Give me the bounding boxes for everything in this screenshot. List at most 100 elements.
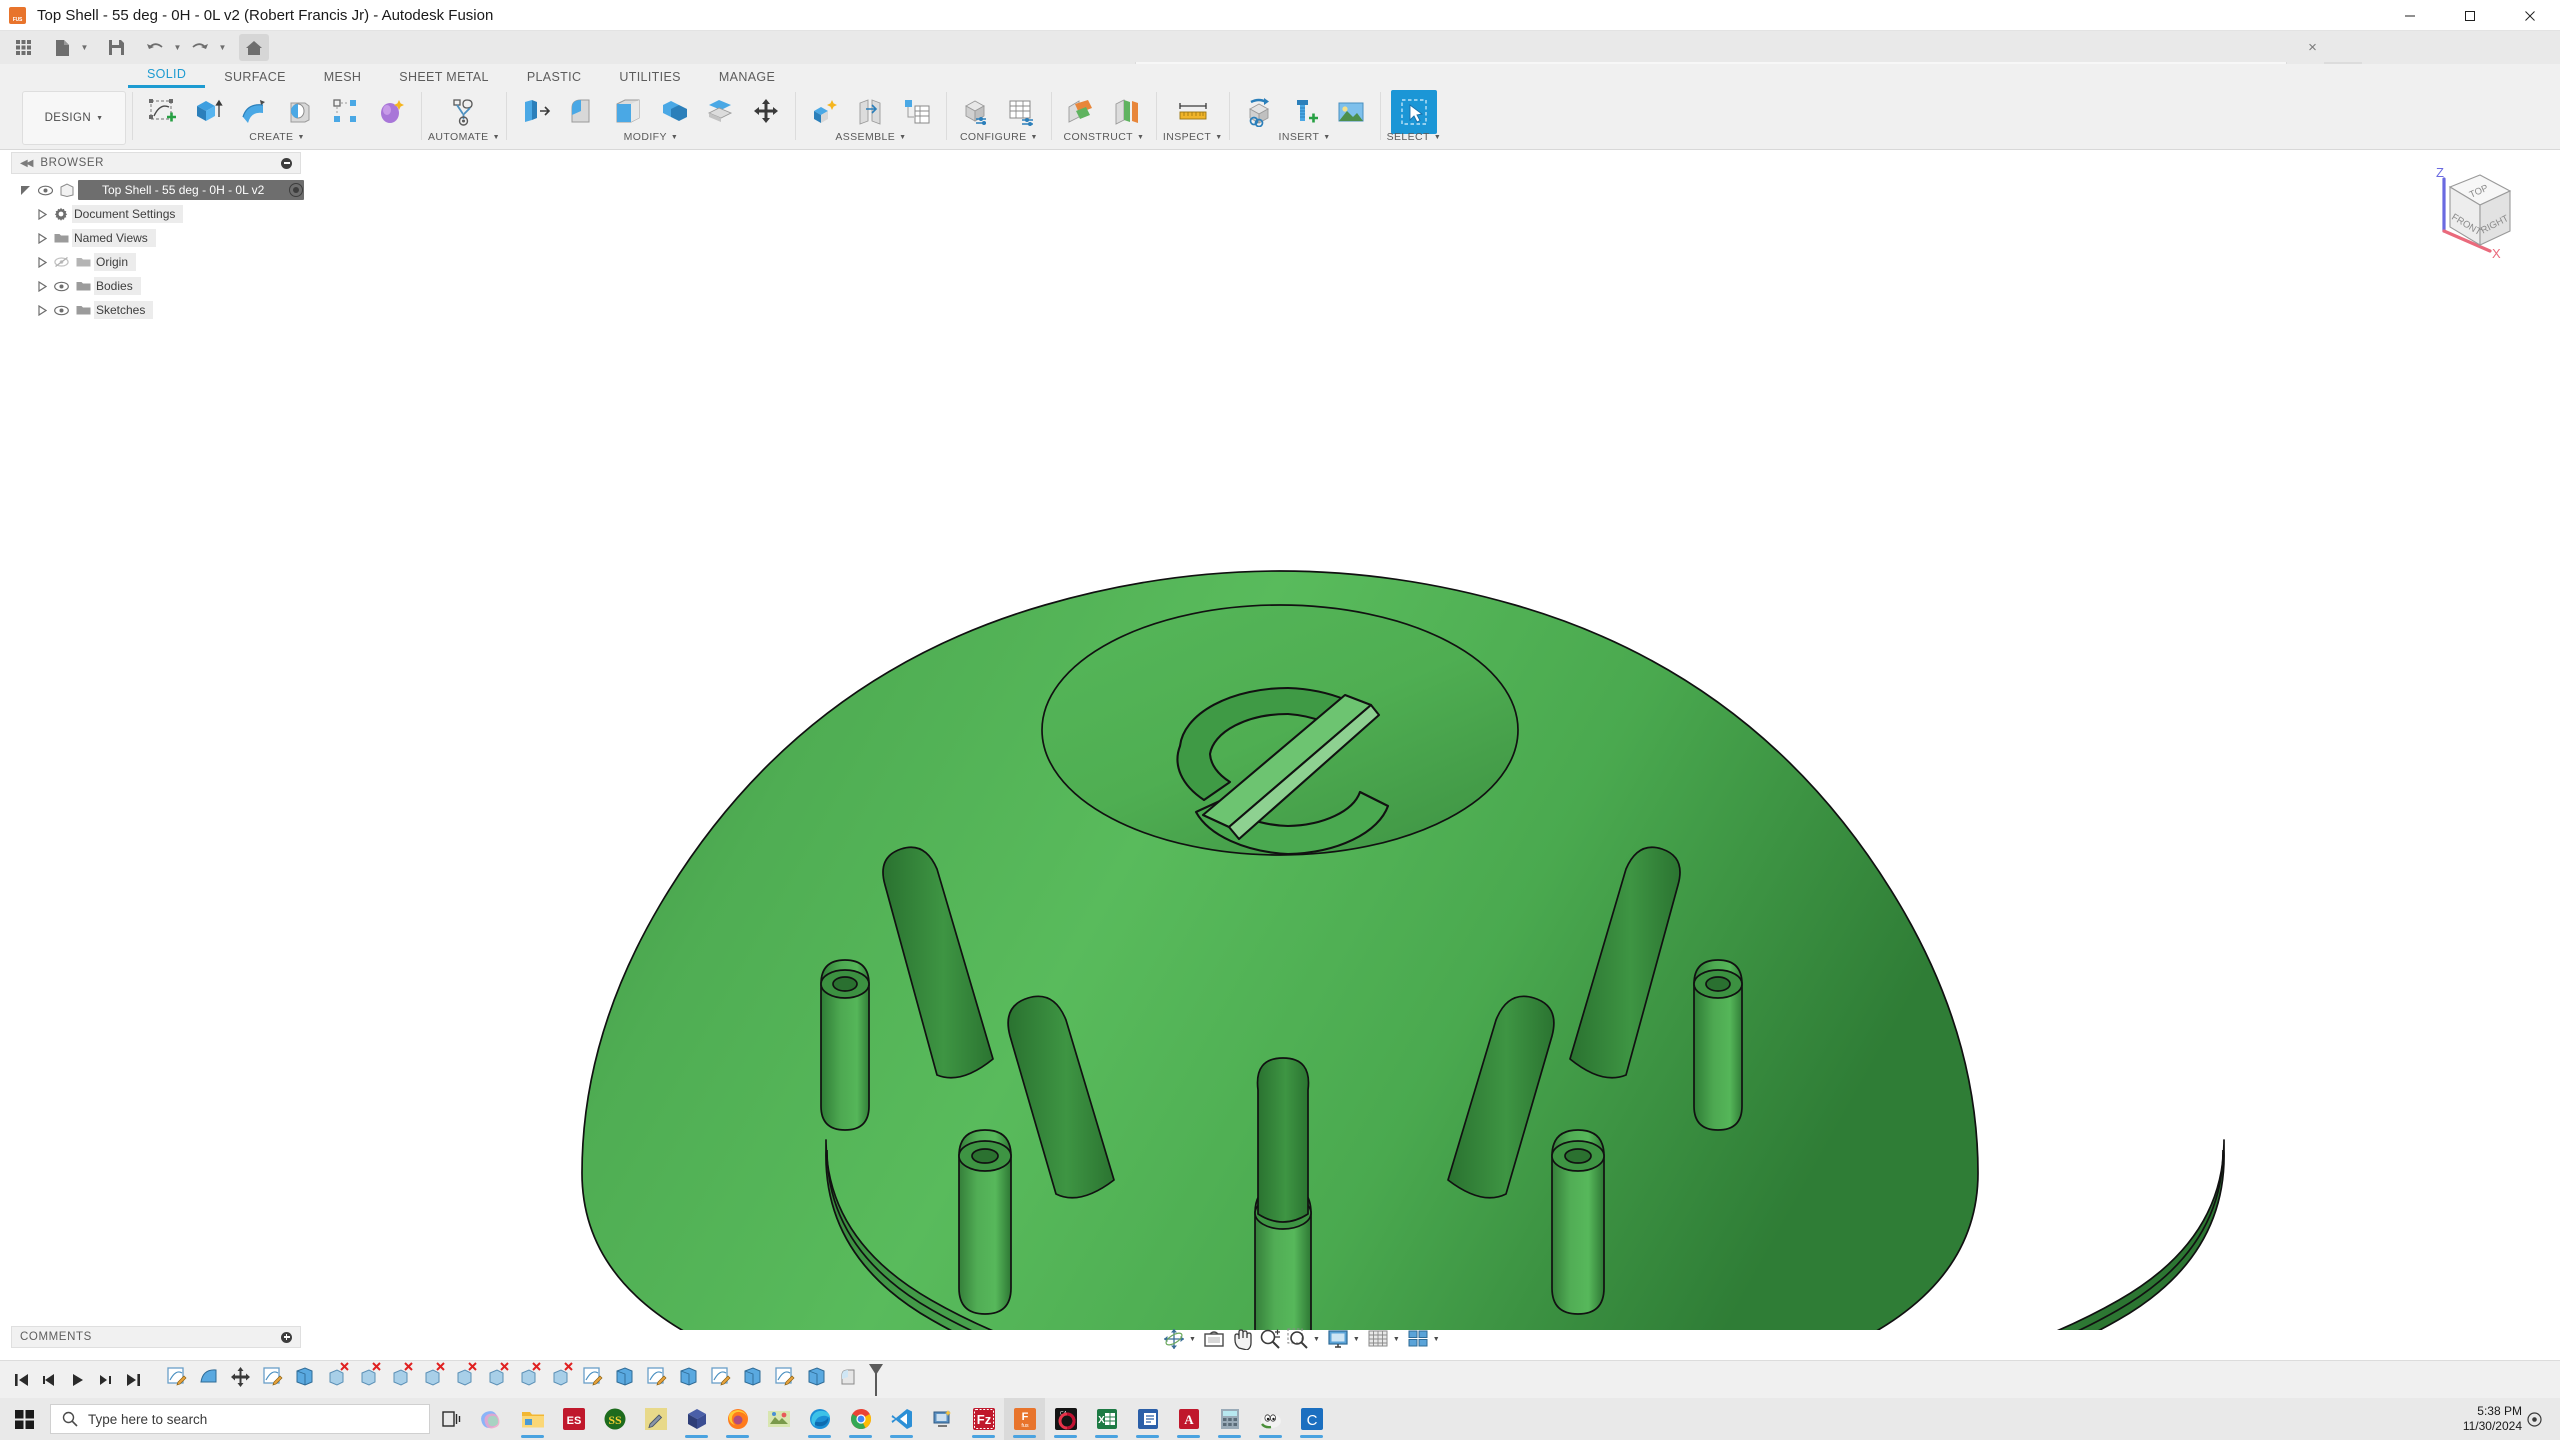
new-file-icon[interactable] <box>47 34 77 61</box>
configure-table-icon[interactable] <box>999 90 1045 134</box>
timeline-item-extrude-cut[interactable] <box>416 1361 448 1391</box>
timeline-item-fillet[interactable] <box>832 1363 864 1391</box>
expand-arrow-icon[interactable] <box>33 280 50 292</box>
configure-model-icon[interactable] <box>953 90 999 134</box>
extrude-icon[interactable] <box>185 90 231 134</box>
select-window-icon[interactable] <box>1390 90 1437 134</box>
tree-row-document-settings[interactable]: Document Settings <box>11 202 301 226</box>
fit-caret-icon[interactable]: ▼ <box>1312 1336 1324 1343</box>
word-icon[interactable] <box>1127 1398 1168 1440</box>
timeline-item-extrude-cut[interactable] <box>544 1361 576 1391</box>
timeline-item-extrude-cut[interactable] <box>448 1361 480 1391</box>
visibility-eye-icon[interactable] <box>50 305 72 316</box>
copilot-icon[interactable] <box>471 1398 512 1440</box>
chrome-icon[interactable] <box>840 1398 881 1440</box>
measure-icon[interactable] <box>1170 90 1216 134</box>
ribbon-tab-utilities[interactable]: UTILITIES <box>600 70 700 88</box>
grid-snaps-icon[interactable] <box>1364 1325 1392 1353</box>
view-cube[interactable]: Z X TOP FRONT RIGHT <box>2420 155 2530 270</box>
minimize-button[interactable] <box>2380 0 2440 31</box>
shell-icon[interactable] <box>605 90 651 134</box>
calculator-icon[interactable] <box>1209 1398 1250 1440</box>
timeline-item-move[interactable] <box>224 1363 256 1391</box>
offset-face-icon[interactable] <box>697 90 743 134</box>
timeline-item-extrude-cut[interactable] <box>512 1361 544 1391</box>
new-component-icon[interactable] <box>802 90 848 134</box>
expand-arrow-icon[interactable] <box>33 208 50 220</box>
tree-row-bodies[interactable]: Bodies <box>11 274 301 298</box>
comments-panel[interactable]: COMMENTS <box>11 1326 301 1348</box>
step-back-icon[interactable] <box>36 1367 62 1393</box>
redo-caret-icon[interactable]: ▼ <box>215 34 230 61</box>
cinema4d-icon[interactable]: C4 <box>1045 1398 1086 1440</box>
document-tab-close-icon[interactable]: × <box>2305 40 2320 55</box>
go-to-end-icon[interactable] <box>120 1367 146 1393</box>
vscode-icon[interactable] <box>881 1398 922 1440</box>
ribbon-tab-surface[interactable]: SURFACE <box>205 70 305 88</box>
hole-icon[interactable] <box>277 90 323 134</box>
tree-row-origin[interactable]: Origin <box>11 250 301 274</box>
timeline-item-revolve[interactable] <box>192 1363 224 1391</box>
combine-icon[interactable] <box>651 90 697 134</box>
display-settings-icon[interactable] <box>1324 1325 1352 1353</box>
visibility-eye-hidden-icon[interactable] <box>50 256 72 268</box>
tree-row-root[interactable]: Top Shell - 55 deg - 0H - 0L v2 <box>17 178 305 202</box>
look-at-icon[interactable] <box>1200 1325 1228 1353</box>
timeline-item-extrude-cut[interactable] <box>320 1361 352 1391</box>
search-input[interactable]: Type here to search <box>50 1404 430 1434</box>
tree-row-sketches[interactable]: Sketches <box>11 298 301 322</box>
redo-icon[interactable] <box>185 34 215 61</box>
viewports-caret-icon[interactable]: ▼ <box>1432 1336 1444 1343</box>
orbit-caret-icon[interactable]: ▼ <box>1188 1336 1200 1343</box>
timeline-item-extrude-cut[interactable] <box>384 1361 416 1391</box>
file-explorer-icon[interactable] <box>512 1398 553 1440</box>
insert-mcmaster-icon[interactable] <box>1282 90 1328 134</box>
joint-icon[interactable] <box>848 90 894 134</box>
insert-image-icon[interactable] <box>1328 90 1374 134</box>
ribbon-panel-automate-label[interactable]: AUTOMATE ▼ <box>428 131 500 143</box>
c-app-icon[interactable]: C <box>1291 1398 1332 1440</box>
expand-arrow-icon[interactable] <box>33 256 50 268</box>
fillet-icon[interactable] <box>559 90 605 134</box>
maximize-button[interactable] <box>2440 0 2500 31</box>
filezilla-icon[interactable]: Fz <box>963 1398 1004 1440</box>
close-button[interactable] <box>2500 0 2560 31</box>
timeline-item-extrude-cut[interactable] <box>480 1361 512 1391</box>
es-app-icon[interactable]: ES <box>553 1398 594 1440</box>
grid-snaps-caret-icon[interactable]: ▼ <box>1392 1336 1404 1343</box>
plane-at-angle-icon[interactable] <box>1104 90 1150 134</box>
add-comment-icon[interactable] <box>281 1331 292 1343</box>
windows-start-icon[interactable] <box>0 1398 48 1440</box>
ribbon-panel-inspect-label[interactable]: INSPECT ▼ <box>1163 131 1223 143</box>
timeline-item-extrude[interactable] <box>800 1363 832 1391</box>
fusion-icon[interactable]: Ffus <box>1004 1398 1045 1440</box>
revolve-icon[interactable] <box>231 90 277 134</box>
ss-app-icon[interactable]: SS <box>594 1398 635 1440</box>
timeline-item-extrude-cut[interactable] <box>352 1361 384 1391</box>
system-tray-settings-icon[interactable] <box>2527 1412 2542 1432</box>
timeline-item-sketch[interactable] <box>576 1363 608 1391</box>
timeline-item-sketch[interactable] <box>160 1363 192 1391</box>
move-copy-icon[interactable] <box>743 90 789 134</box>
timeline-item-extrude[interactable] <box>608 1363 640 1391</box>
ribbon-panel-create-label[interactable]: CREATE ▼ <box>249 131 305 143</box>
timeline-item-extrude[interactable] <box>672 1363 704 1391</box>
minimize-panel-icon[interactable] <box>281 157 292 169</box>
timeline-item-extrude[interactable] <box>288 1363 320 1391</box>
workspace-selector[interactable]: DESIGN ▼ <box>22 91 126 145</box>
play-icon[interactable] <box>64 1367 90 1393</box>
ribbon-tab-plastic[interactable]: PLASTIC <box>508 70 601 88</box>
timeline-item-sketch[interactable] <box>768 1363 800 1391</box>
timeline-item-extrude[interactable] <box>736 1363 768 1391</box>
expand-arrow-icon[interactable] <box>33 304 50 316</box>
blockbench-icon[interactable] <box>676 1398 717 1440</box>
save-icon[interactable] <box>101 34 131 61</box>
3d-viewport[interactable]: Z X TOP FRONT RIGHT <box>0 150 2560 1330</box>
press-pull-icon[interactable] <box>513 90 559 134</box>
tree-row-named-views[interactable]: Named Views <box>11 226 301 250</box>
remote-desktop-icon[interactable] <box>922 1398 963 1440</box>
fit-icon[interactable] <box>1284 1325 1312 1353</box>
automate-icon[interactable] <box>441 90 487 134</box>
create-sketch-icon[interactable] <box>139 90 185 134</box>
acrobat-icon[interactable]: A <box>1168 1398 1209 1440</box>
